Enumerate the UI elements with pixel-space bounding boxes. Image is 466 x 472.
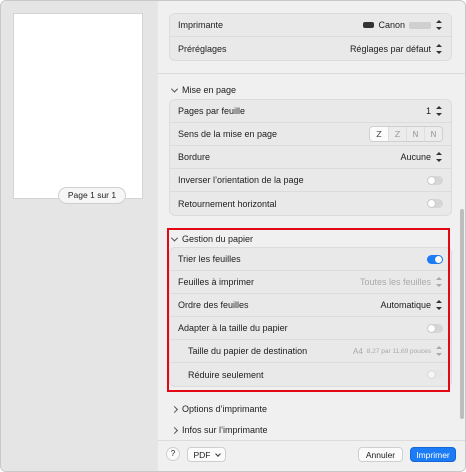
printer-card: Imprimante Canon Préréglages Réglages pa… — [169, 13, 452, 61]
pages-per-sheet-value: 1 — [425, 106, 431, 116]
page-indicator: Page 1 sur 1 — [58, 187, 126, 204]
order-row[interactable]: Ordre des feuilles Automatique — [170, 294, 451, 317]
layout-direction-label: Sens de la mise en page — [178, 129, 278, 139]
printer-info-label: Infos sur l’imprimante — [182, 425, 268, 435]
fit-paper-toggle[interactable] — [427, 323, 443, 333]
page-preview: Page 1 sur 1 — [13, 13, 143, 204]
printer-options-toggle[interactable]: Options d’imprimante — [170, 402, 268, 416]
printer-row[interactable]: Imprimante Canon — [170, 14, 451, 37]
printer-value: Canon — [378, 20, 405, 30]
flip-horizontal-row: Retournement horizontal — [170, 192, 451, 215]
layout-section-toggle[interactable]: Mise en page — [170, 83, 237, 97]
divider — [158, 73, 465, 74]
border-row[interactable]: Bordure Aucune — [170, 146, 451, 169]
sheets-row[interactable]: Feuilles à imprimer Toutes les feuilles — [170, 271, 451, 294]
flip-horizontal-label: Retournement horizontal — [178, 198, 277, 209]
order-stepper-icon[interactable] — [435, 300, 443, 310]
layout-direction-control[interactable]: Z Z N N — [369, 126, 443, 142]
border-value: Aucune — [400, 152, 431, 162]
paper-card: Trier les feuilles Feuilles à imprimer T… — [169, 247, 452, 387]
border-stepper-icon[interactable] — [435, 152, 443, 162]
destination-stepper-icon[interactable] — [435, 346, 443, 356]
presets-row[interactable]: Préréglages Réglages par défaut — [170, 37, 451, 60]
printer-stepper-icon[interactable] — [435, 20, 443, 30]
direction-z-icon[interactable]: Z — [370, 127, 388, 141]
sheets-stepper-icon[interactable] — [435, 277, 443, 287]
paper-title: Gestion du papier — [182, 234, 254, 244]
pages-stepper-icon[interactable] — [435, 106, 443, 116]
settings-pane: Imprimante Canon Préréglages Réglages pa… — [158, 1, 465, 471]
fit-paper-row: Adapter à la taille du papier — [170, 317, 451, 340]
help-button[interactable]: ? — [166, 447, 180, 461]
invert-orientation-row: Inverser l’orientation de la page — [170, 169, 451, 192]
direction-z-reverse-icon[interactable]: Z — [388, 127, 406, 141]
cancel-button[interactable]: Annuler — [358, 447, 403, 462]
printer-icon — [363, 22, 375, 28]
direction-n-icon[interactable]: N — [406, 127, 424, 141]
chevron-down-icon — [214, 450, 221, 457]
layout-direction-row: Sens de la mise en page Z Z N N — [170, 123, 451, 146]
presets-stepper-icon[interactable] — [435, 43, 443, 54]
border-label: Bordure — [178, 152, 211, 162]
sheets-label: Feuilles à imprimer — [178, 277, 255, 287]
chevron-down-icon — [170, 85, 179, 93]
destination-size-value: A4 — [352, 346, 363, 356]
layout-title: Mise en page — [182, 85, 237, 95]
collate-label: Trier les feuilles — [178, 254, 241, 264]
fit-paper-label: Adapter à la taille du papier — [178, 323, 288, 333]
destination-size-dimensions: 8,27 par 11,69 pouces — [366, 347, 431, 355]
redacted-model — [409, 21, 431, 29]
invert-orientation-label: Inverser l’orientation de la page — [178, 175, 304, 185]
chevron-right-icon — [170, 405, 179, 413]
direction-n-reverse-icon[interactable]: N — [424, 127, 442, 141]
preview-pane: Page 1 sur 1 — [1, 1, 158, 471]
chevron-right-icon — [170, 426, 179, 434]
destination-size-label: Taille du papier de destination — [188, 346, 308, 356]
flip-horizontal-toggle[interactable] — [427, 199, 443, 208]
printer-info-toggle[interactable]: Infos sur l’imprimante — [170, 423, 268, 437]
paper-section-toggle[interactable]: Gestion du papier — [170, 232, 254, 246]
presets-value: Réglages par défaut — [349, 43, 431, 54]
pdf-menu-button[interactable]: PDF — [187, 447, 226, 462]
pages-per-sheet-row[interactable]: Pages par feuille 1 — [170, 100, 451, 123]
reduce-only-label: Réduire seulement — [188, 369, 264, 380]
order-value: Automatique — [380, 300, 431, 310]
reduce-only-row: Réduire seulement — [170, 363, 451, 386]
collate-toggle[interactable] — [427, 254, 443, 264]
pdf-label: PDF — [193, 449, 211, 460]
printer-options-label: Options d’imprimante — [182, 404, 268, 414]
chevron-down-icon — [170, 234, 179, 242]
collate-row: Trier les feuilles — [170, 248, 451, 271]
scrollbar[interactable] — [460, 209, 464, 419]
presets-label: Préréglages — [178, 43, 227, 54]
sheets-value: Toutes les feuilles — [359, 277, 431, 287]
print-button[interactable]: Imprimer — [410, 447, 456, 462]
reduce-only-toggle[interactable] — [427, 370, 443, 379]
pages-per-sheet-label: Pages par feuille — [178, 106, 246, 116]
printer-label: Imprimante — [178, 20, 224, 30]
destination-size-row: Taille du papier de destination A4 8,27 … — [170, 340, 451, 363]
footer-divider — [158, 440, 465, 441]
order-label: Ordre des feuilles — [178, 300, 249, 310]
print-dialog: Page 1 sur 1 Imprimante Canon Préréglage… — [0, 0, 466, 472]
layout-card: Pages par feuille 1 Sens de la mise en p… — [169, 99, 452, 216]
invert-orientation-toggle[interactable] — [427, 175, 443, 185]
